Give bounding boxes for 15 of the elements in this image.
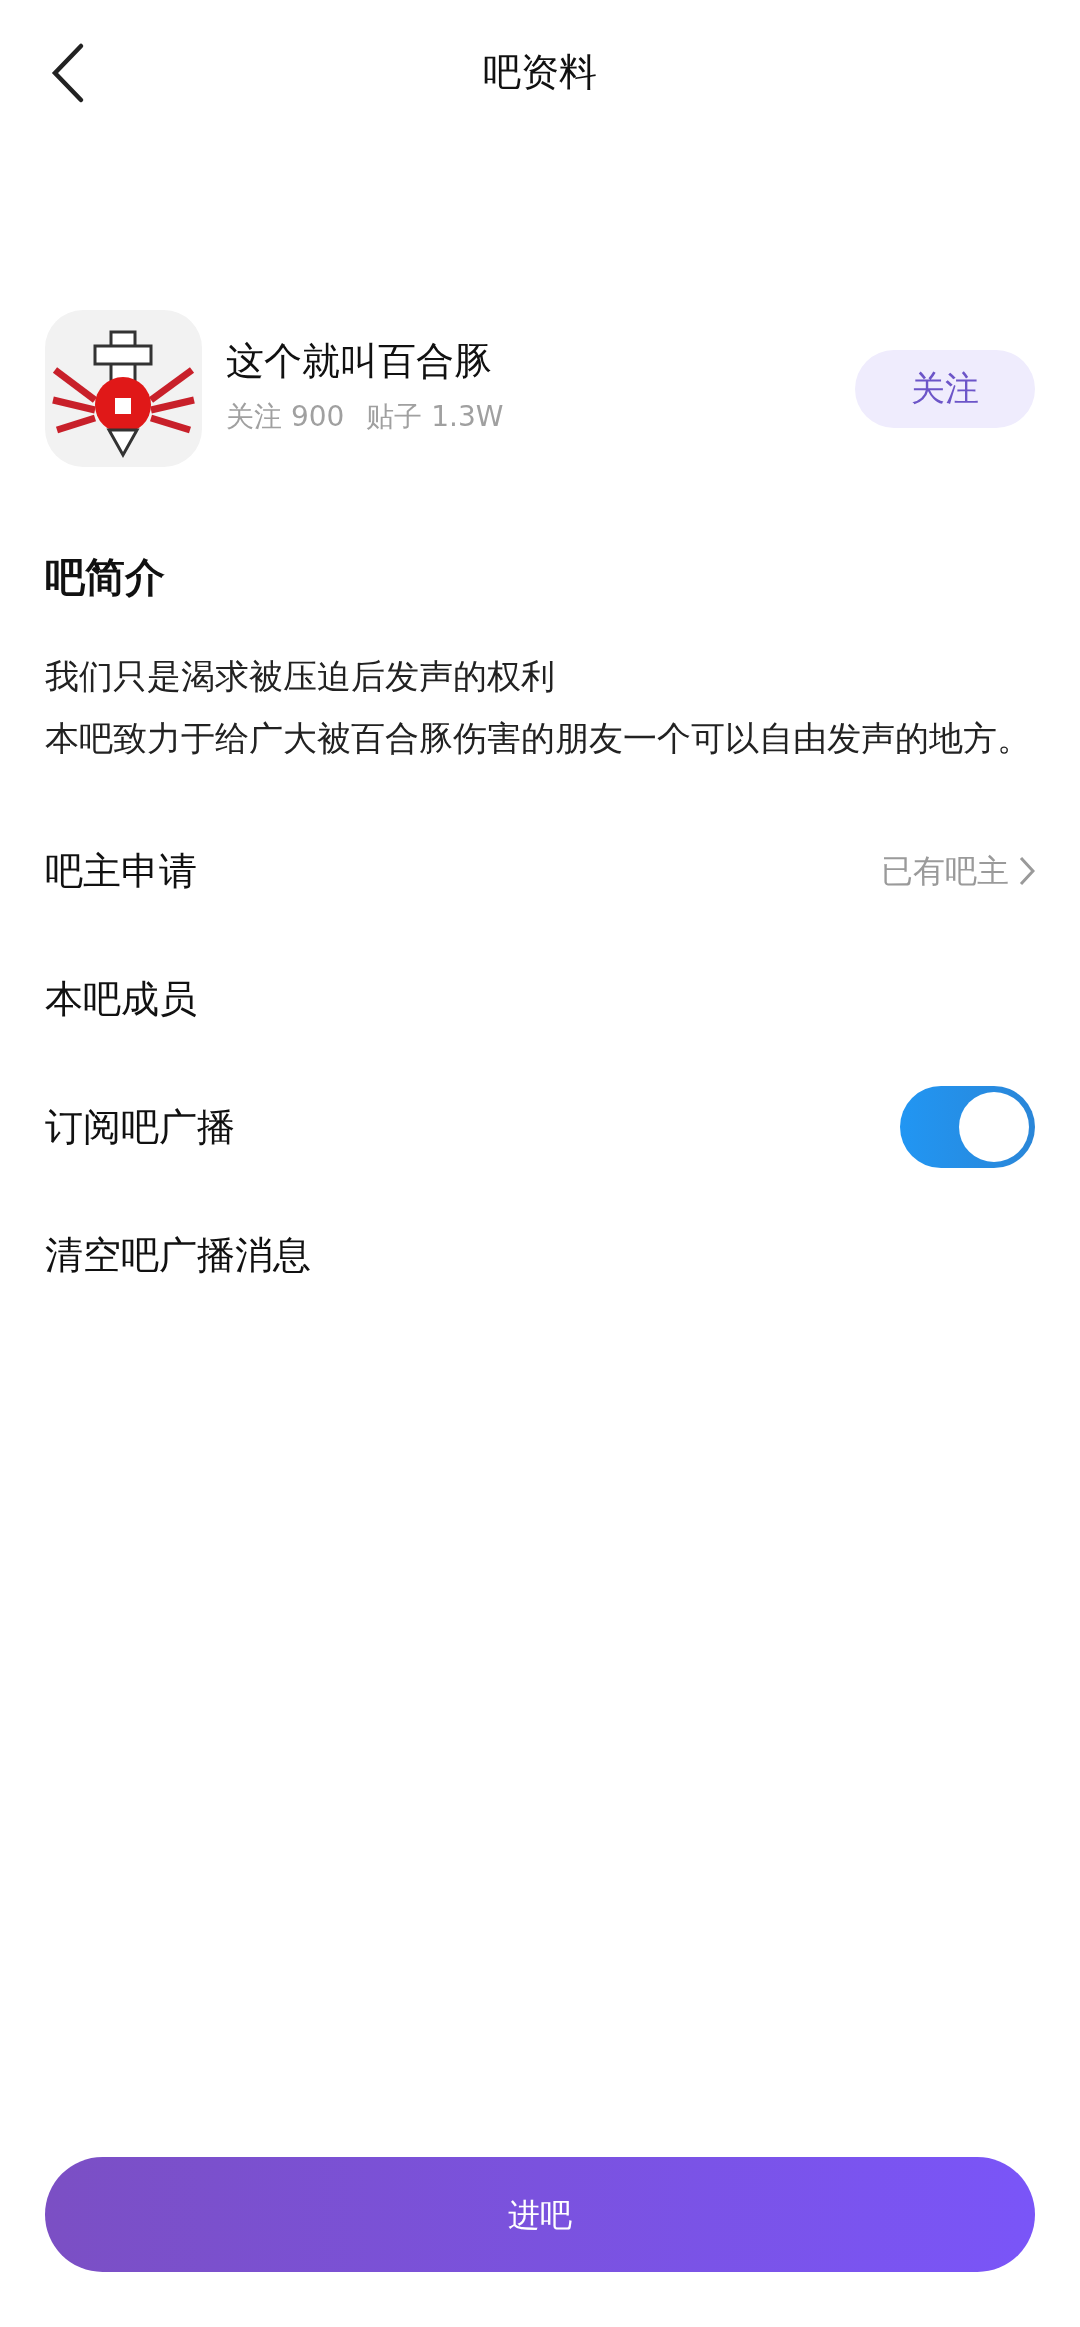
row-label: 清空吧广播消息 — [45, 1231, 311, 1279]
post-count: 贴子 1.3W — [366, 399, 504, 436]
page-title: 吧资料 — [483, 49, 597, 96]
forum-name: 这个就叫百合豚 — [226, 338, 493, 385]
row-label: 订阅吧广播 — [45, 1103, 235, 1151]
enter-forum-button[interactable]: 进吧 — [45, 2157, 1035, 2272]
moderator-status-link[interactable]: 已有吧主 — [881, 847, 1035, 895]
intro-text: 我们只是渴求被压迫后发声的权利 — [45, 655, 556, 698]
follower-count: 关注 900 — [226, 399, 345, 436]
chevron-icon — [1019, 856, 1035, 886]
follow-button[interactable]: 关注 — [855, 349, 1035, 428]
row-label: 本吧成员 — [45, 975, 197, 1023]
intro-text: 本吧致力于给广大被百合豚伤害的朋友一个可以自由发声的地方。 — [45, 717, 1032, 760]
section-heading: 吧简介 — [45, 553, 166, 602]
row-label: 吧主申请 — [45, 847, 197, 895]
